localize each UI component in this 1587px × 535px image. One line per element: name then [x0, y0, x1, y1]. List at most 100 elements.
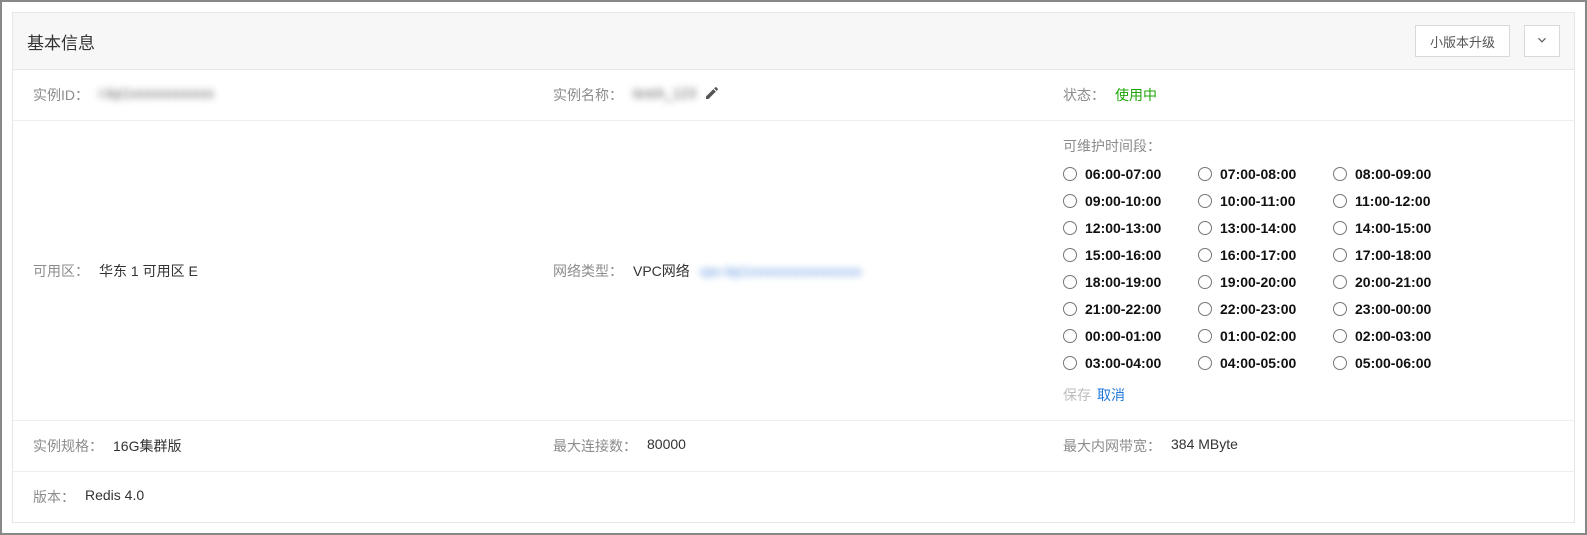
- maintenance-slot[interactable]: 02:00-03:00: [1333, 328, 1468, 344]
- maintenance-slot[interactable]: 04:00-05:00: [1198, 355, 1333, 371]
- maintenance-slot[interactable]: 20:00-21:00: [1333, 274, 1468, 290]
- maintenance-slot[interactable]: 12:00-13:00: [1063, 220, 1198, 236]
- maintenance-slot[interactable]: 00:00-01:00: [1063, 328, 1198, 344]
- maintenance-slot-label: 08:00-09:00: [1355, 166, 1431, 182]
- maintenance-slot-radio[interactable]: [1333, 248, 1347, 262]
- maintenance-slot-radio[interactable]: [1333, 194, 1347, 208]
- maintenance-slot-radio[interactable]: [1063, 329, 1077, 343]
- maintenance-slot-label: 22:00-23:00: [1220, 301, 1296, 317]
- vpc-link[interactable]: vpc-bp1xxxxxxxxxxxxxxxx: [700, 263, 862, 279]
- maintenance-slot-radio[interactable]: [1063, 221, 1077, 235]
- version-value: Redis 4.0: [85, 487, 144, 503]
- instance-id-value: i-bp1xxxxxxxxxxxx: [99, 85, 214, 101]
- instance-name-value: testA_123: [633, 85, 696, 101]
- maintenance-slot[interactable]: 15:00-16:00: [1063, 247, 1198, 263]
- maintenance-slot[interactable]: 06:00-07:00: [1063, 166, 1198, 182]
- maintenance-slot-radio[interactable]: [1063, 167, 1077, 181]
- maintenance-slot[interactable]: 14:00-15:00: [1333, 220, 1468, 236]
- instance-name-label: 实例名称：: [553, 85, 623, 105]
- maintenance-slot[interactable]: 10:00-11:00: [1198, 193, 1333, 209]
- network-type-value: VPC网络: [633, 261, 690, 281]
- network-type-label: 网络类型：: [553, 261, 623, 281]
- maintenance-slot-label: 02:00-03:00: [1355, 328, 1431, 344]
- maintenance-slot-radio[interactable]: [1198, 302, 1212, 316]
- edit-name-button[interactable]: [704, 85, 720, 101]
- bandwidth-label: 最大内网带宽：: [1063, 436, 1161, 456]
- maintenance-slot[interactable]: 22:00-23:00: [1198, 301, 1333, 317]
- maintenance-slot[interactable]: 08:00-09:00: [1333, 166, 1468, 182]
- maintenance-slot-radio[interactable]: [1198, 356, 1212, 370]
- maintenance-slot-label: 23:00-00:00: [1355, 301, 1431, 317]
- maintenance-slot-label: 17:00-18:00: [1355, 247, 1431, 263]
- status-label: 状态：: [1063, 85, 1105, 105]
- maintenance-slot[interactable]: 11:00-12:00: [1333, 193, 1468, 209]
- status-value: 使用中: [1115, 85, 1157, 105]
- maintenance-slot-radio[interactable]: [1063, 356, 1077, 370]
- maintenance-slot-label: 07:00-08:00: [1220, 166, 1296, 182]
- bandwidth-value: 384 MByte: [1171, 436, 1238, 452]
- maintenance-slot-label: 12:00-13:00: [1085, 220, 1161, 236]
- maintenance-slot-radio[interactable]: [1333, 302, 1347, 316]
- maintenance-slot[interactable]: 21:00-22:00: [1063, 301, 1198, 317]
- maintenance-slot-label: 05:00-06:00: [1355, 355, 1431, 371]
- maintenance-slot[interactable]: 01:00-02:00: [1198, 328, 1333, 344]
- maintenance-slot-label: 20:00-21:00: [1355, 274, 1431, 290]
- maintenance-slot-label: 03:00-04:00: [1085, 355, 1161, 371]
- maintenance-slot[interactable]: 09:00-10:00: [1063, 193, 1198, 209]
- maintenance-slot[interactable]: 13:00-14:00: [1198, 220, 1333, 236]
- panel-header: 基本信息 小版本升级: [13, 13, 1574, 70]
- maintenance-slot-radio[interactable]: [1333, 356, 1347, 370]
- maintenance-slot-label: 19:00-20:00: [1220, 274, 1296, 290]
- maintenance-slot[interactable]: 16:00-17:00: [1198, 247, 1333, 263]
- spec-label: 实例规格：: [33, 436, 103, 456]
- maintenance-slot[interactable]: 17:00-18:00: [1333, 247, 1468, 263]
- maintenance-slot-label: 15:00-16:00: [1085, 247, 1161, 263]
- maintenance-slot-radio[interactable]: [1063, 275, 1077, 289]
- maintenance-slot-label: 11:00-12:00: [1355, 193, 1431, 209]
- maintenance-slot-label: 10:00-11:00: [1220, 193, 1296, 209]
- cancel-maintenance-button[interactable]: 取消: [1097, 385, 1125, 405]
- maintenance-slot-radio[interactable]: [1063, 248, 1077, 262]
- maintenance-slot[interactable]: 18:00-19:00: [1063, 274, 1198, 290]
- row-version: 版本： Redis 4.0: [13, 472, 1574, 522]
- maintenance-slot[interactable]: 03:00-04:00: [1063, 355, 1198, 371]
- zone-value: 华东 1 可用区 E: [99, 261, 198, 281]
- maintenance-slot[interactable]: 23:00-00:00: [1333, 301, 1468, 317]
- maintenance-slot-label: 21:00-22:00: [1085, 301, 1161, 317]
- maintenance-window-label: 可维护时间段：: [1063, 136, 1554, 156]
- maintenance-slot-radio[interactable]: [1198, 329, 1212, 343]
- instance-id-label: 实例ID：: [33, 85, 89, 105]
- maintenance-slot[interactable]: 07:00-08:00: [1198, 166, 1333, 182]
- maintenance-slot[interactable]: 19:00-20:00: [1198, 274, 1333, 290]
- maintenance-slot-radio[interactable]: [1333, 221, 1347, 235]
- row-instance-id: 实例ID： i-bp1xxxxxxxxxxxx 实例名称： testA_123: [13, 70, 1574, 121]
- maintenance-slot-radio[interactable]: [1198, 248, 1212, 262]
- maintenance-slot-radio[interactable]: [1198, 221, 1212, 235]
- maintenance-slot-radio[interactable]: [1198, 167, 1212, 181]
- maintenance-slot-label: 01:00-02:00: [1220, 328, 1296, 344]
- maxconn-label: 最大连接数：: [553, 436, 637, 456]
- row-spec: 实例规格： 16G集群版 最大连接数： 80000 最大内网带宽： 384 MB…: [13, 421, 1574, 472]
- pencil-icon: [704, 88, 720, 104]
- basic-info-panel: 基本信息 小版本升级 实例ID： i-bp1xxxxxxxxxxxx: [12, 12, 1575, 523]
- maintenance-slot-radio[interactable]: [1198, 275, 1212, 289]
- maxconn-value: 80000: [647, 436, 686, 452]
- maintenance-window-options: 06:00-07:00 07:00-08:00 08:00-09:00 09:00-1…: [1063, 166, 1554, 371]
- upgrade-minor-version-button[interactable]: 小版本升级: [1415, 25, 1510, 57]
- save-maintenance-button[interactable]: 保存: [1063, 385, 1091, 405]
- maintenance-slot[interactable]: 05:00-06:00: [1333, 355, 1468, 371]
- maintenance-slot-label: 06:00-07:00: [1085, 166, 1161, 182]
- maintenance-slot-radio[interactable]: [1333, 167, 1347, 181]
- row-zone-net-maint: 可用区： 华东 1 可用区 E 网络类型： VPC网络 vpc-bp1xxxxx…: [13, 121, 1574, 421]
- maintenance-slot-radio[interactable]: [1198, 194, 1212, 208]
- maintenance-slot-radio[interactable]: [1063, 194, 1077, 208]
- maintenance-slot-radio[interactable]: [1333, 275, 1347, 289]
- collapse-toggle-button[interactable]: [1524, 25, 1560, 57]
- maintenance-slot-radio[interactable]: [1333, 329, 1347, 343]
- maintenance-slot-label: 14:00-15:00: [1355, 220, 1431, 236]
- maintenance-slot-radio[interactable]: [1063, 302, 1077, 316]
- zone-label: 可用区：: [33, 261, 89, 281]
- maintenance-slot-label: 04:00-05:00: [1220, 355, 1296, 371]
- spec-value: 16G集群版: [113, 436, 181, 456]
- maintenance-slot-label: 18:00-19:00: [1085, 274, 1161, 290]
